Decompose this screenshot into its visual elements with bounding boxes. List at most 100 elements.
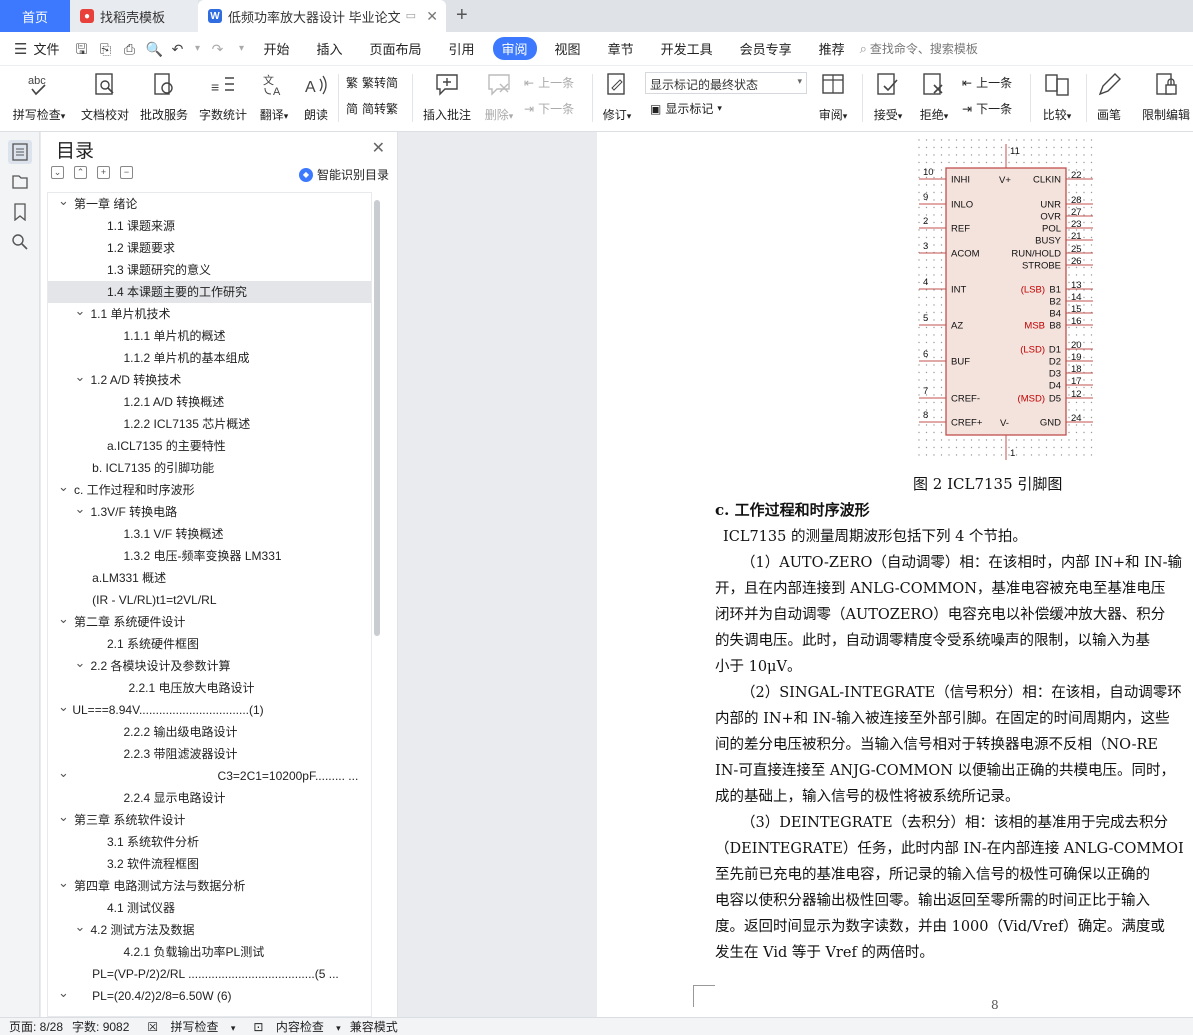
menu-member[interactable]: 会员专享 [740, 39, 792, 58]
save-icon[interactable]: 🖫 [73, 41, 89, 57]
toc-item[interactable]: ⌄ UL===8.94V.............................… [48, 699, 371, 721]
chevron-down-icon[interactable]: ⌄ [58, 476, 69, 498]
translate-button[interactable]: 文A 翻译▾ [254, 70, 294, 123]
toc-item[interactable]: PL=(VP-P/2)2/RL ........................… [48, 963, 371, 985]
read-aloud-button[interactable]: A 朗读 [298, 70, 334, 123]
menu-chapter[interactable]: 章节 [608, 39, 634, 58]
toc-item[interactable]: 3.1 系统软件分析 [48, 831, 371, 853]
proofread-button[interactable]: 文档校对 [78, 70, 132, 123]
chevron-down-icon[interactable]: ⌄ [58, 982, 69, 1004]
simp-to-trad-button[interactable]: 简简转繁 [346, 100, 398, 117]
menu-view[interactable]: 视图 [555, 39, 581, 58]
export-pdf-icon[interactable]: ⎘ [97, 41, 113, 57]
file-menu[interactable]: 文件 [33, 39, 59, 58]
toc-item[interactable]: 1.4 本课题主要的工作研究 [48, 281, 371, 303]
compare-button[interactable]: 比较▾ [1036, 70, 1078, 123]
bookmark-icon[interactable] [8, 200, 32, 224]
tab-document[interactable]: W 低频功率放大器设计 毕业论文 ▭ ✕ [198, 0, 446, 32]
prev-change-button[interactable]: ⇤ 上一条 [962, 74, 1012, 91]
pen-button[interactable]: 画笔 [1092, 70, 1126, 123]
toc-item[interactable]: 2.2.2 输出级电路设计 [48, 721, 371, 743]
markup-state-select[interactable]: 显示标记的最终状态 ▾ [645, 72, 807, 94]
page-indicator[interactable]: 页面: 8/28 [9, 1018, 63, 1035]
close-tab-icon[interactable]: ✕ [426, 8, 438, 25]
remove-heading-icon[interactable]: − [120, 166, 133, 179]
menu-recommend[interactable]: 推荐 [819, 39, 845, 58]
menu-devtools[interactable]: 开发工具 [661, 39, 713, 58]
trad-to-simp-button[interactable]: 繁繁转简 [346, 74, 398, 91]
toc-item[interactable]: ⌄ c. 工作过程和时序波形 [48, 479, 371, 501]
delete-comment-button[interactable]: 删除▾ [480, 70, 518, 123]
toc-item[interactable]: ⌄ 第二章 系统硬件设计 [48, 611, 371, 633]
chevron-down-icon[interactable]: ⌄ [58, 608, 69, 630]
toc-nav-icon[interactable] [8, 140, 32, 164]
reject-button[interactable]: 拒绝▾ [914, 70, 954, 123]
toc-item[interactable]: (IR - VL/RL)t1=t2VL/RL [48, 589, 371, 611]
close-icon[interactable]: ✕ [372, 138, 385, 158]
next-change-button[interactable]: ⇥ 下一条 [962, 100, 1012, 117]
chevron-down-icon[interactable]: ⌄ [58, 193, 69, 212]
toc-item[interactable]: 1.2.1 A/D 转换概述 [48, 391, 371, 413]
toc-item[interactable]: 1.3.2 电压-频率变换器 LM331 [48, 545, 371, 567]
toc-item[interactable]: 1.2.2 ICL7135 芯片概述 [48, 413, 371, 435]
accept-button[interactable]: 接受▾ [868, 70, 908, 123]
undo-dropdown-icon[interactable]: ▾ [193, 41, 201, 57]
float-window-icon[interactable]: ▭ [406, 9, 416, 22]
toc-item[interactable]: ⌄ PL=(20.4/2)2/8=6.50W (6) [48, 985, 371, 1007]
toc-item[interactable]: ⌄ 第一章 绪论 [48, 193, 371, 215]
spell-check-button[interactable]: abc 拼写检查▾ [8, 70, 70, 123]
hamburger-icon[interactable]: ☰ [14, 40, 27, 58]
chevron-down-icon[interactable]: ⌄ [75, 652, 86, 674]
document-page[interactable]: 10 INHI 9 INLO 2 REF 3 ACOM 4 INT 5 AZ 6 BUF 7 CREF- 8 CR… [597, 132, 1193, 1017]
smart-toc-button[interactable]: ◆ 智能识别目录 [298, 166, 389, 183]
expand-all-icon[interactable]: ⌃ [74, 166, 87, 179]
insert-comment-button[interactable]: 插入批注 [418, 70, 476, 123]
menu-insert[interactable]: 插入 [316, 39, 342, 58]
undo-icon[interactable]: ↶ [169, 41, 185, 57]
chevron-down-icon[interactable]: ⌄ [58, 696, 69, 718]
restrict-editing-button[interactable]: 限制编辑 [1138, 70, 1193, 123]
menu-review[interactable]: 审阅 [492, 37, 537, 60]
toc-item[interactable]: ⌄ 1.2 A/D 转换技术 [48, 369, 371, 391]
toc-item[interactable]: ⌄ 第四章 电路测试方法与数据分析 [48, 875, 371, 897]
review-pane-button[interactable]: 审阅▾ [812, 70, 854, 123]
chevron-down-icon[interactable]: ⌄ [75, 366, 86, 388]
track-changes-button[interactable]: 修订▾ [597, 70, 637, 123]
find-icon[interactable] [8, 230, 32, 254]
spell-check-status[interactable]: ☒ 拼写检查 ▾ [138, 1018, 235, 1035]
tab-home[interactable]: 首页 [0, 0, 70, 32]
toc-item[interactable]: 2.1 系统硬件框图 [48, 633, 371, 655]
redo-icon[interactable]: ↷ [209, 41, 225, 57]
toc-item[interactable]: a.LM331 概述 [48, 567, 371, 589]
toc-item[interactable]: b. ICL7135 的引脚功能 [48, 457, 371, 479]
batch-service-button[interactable]: 批改服务 [137, 70, 191, 123]
print-icon[interactable]: ⎙ [121, 41, 137, 57]
chevron-down-icon[interactable]: ⌄ [58, 806, 69, 828]
chevron-down-icon[interactable]: ⌄ [58, 872, 69, 894]
toc-item[interactable]: 1.1.2 单片机的基本组成 [48, 347, 371, 369]
toc-item[interactable]: 1.3.1 V/F 转换概述 [48, 523, 371, 545]
toc-item[interactable]: ⌄ 1.1 单片机技术 [48, 303, 371, 325]
chevron-down-icon[interactable]: ⌄ [75, 300, 86, 322]
toc-item[interactable]: 3.2 软件流程框图 [48, 853, 371, 875]
prev-comment-button[interactable]: ⇤ 上一条 [524, 74, 574, 91]
toc-item[interactable]: ⌄ 1.3V/F 转换电路 [48, 501, 371, 523]
new-tab-icon[interactable]: + [456, 0, 468, 32]
chapter-nav-icon[interactable] [8, 170, 32, 194]
toc-item[interactable]: 1.1.1 单片机的概述 [48, 325, 371, 347]
show-markup-button[interactable]: ▣ 显示标记 ▾ [650, 100, 722, 117]
toc-item[interactable]: 2.2.1 电压放大电路设计 [48, 677, 371, 699]
toc-item[interactable]: 1.1 课题来源 [48, 215, 371, 237]
quick-access-more-icon[interactable]: ▾ [233, 41, 249, 57]
menu-layout[interactable]: 页面布局 [370, 39, 422, 58]
toc-item[interactable]: ⌄ C3=2C1=10200pF......... ... [48, 765, 371, 787]
menu-start[interactable]: 开始 [263, 39, 289, 58]
add-heading-icon[interactable]: + [97, 166, 110, 179]
toc-item[interactable]: 2.2.3 带阻滤波器设计 [48, 743, 371, 765]
tab-template[interactable]: ● 找稻壳模板 [70, 0, 198, 32]
chevron-down-icon[interactable]: ⌄ [75, 916, 86, 938]
chevron-down-icon[interactable]: ⌄ [58, 762, 69, 784]
word-count-button[interactable]: ≡ 字数统计 [196, 70, 250, 123]
toc-item[interactable]: ⌄ 第三章 系统软件设计 [48, 809, 371, 831]
print-preview-icon[interactable]: 🔍 [145, 41, 162, 57]
